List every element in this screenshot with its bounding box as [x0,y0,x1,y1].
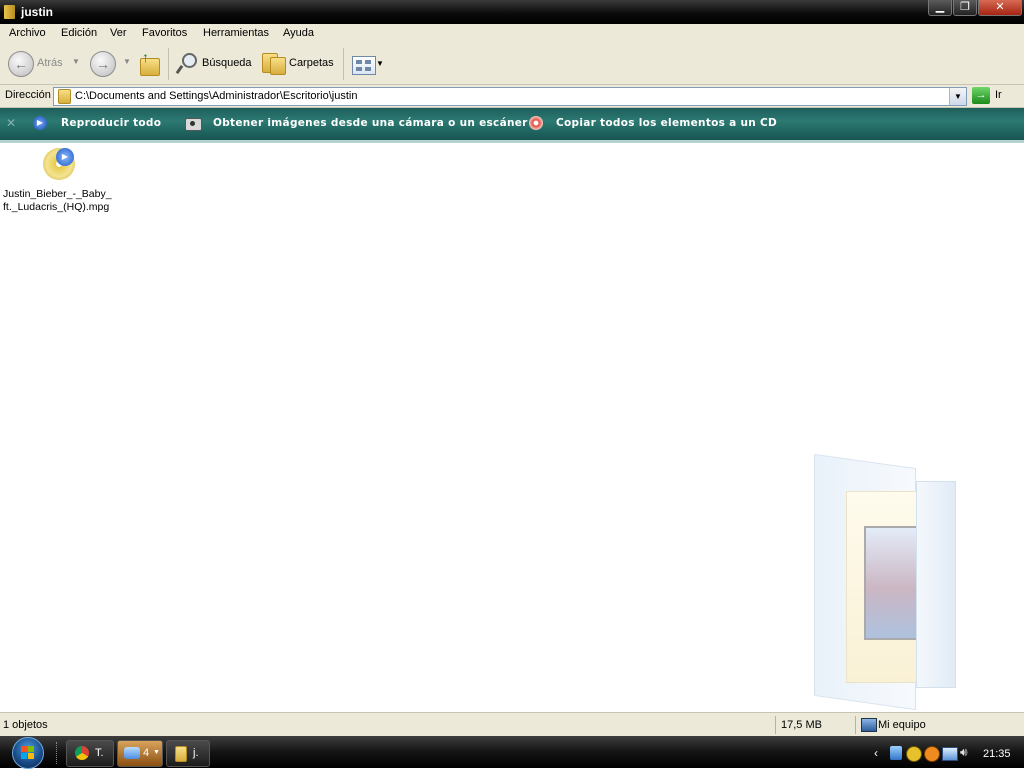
status-divider [855,716,856,734]
file-name-line: Justin_Bieber_-_Baby_ [3,188,112,200]
toolbar-separator [343,48,344,80]
folders-button-label[interactable]: Carpetas [289,57,334,69]
address-dropdown-icon[interactable]: ▼ [949,88,966,105]
group-dropdown-icon: ▼ [153,749,160,756]
search-button-label[interactable]: Búsqueda [202,57,252,69]
address-path[interactable]: C:\Documents and Settings\Administrador\… [75,90,357,102]
copy-to-cd-task[interactable]: Copiar todos los elementos a un CD [556,117,777,129]
total-size: 17,5 MB [781,719,822,731]
folders-icon[interactable] [262,53,286,75]
maximize-button[interactable]: ❐ [953,0,977,16]
status-bar: 1 objetos 17,5 MB Mi equipo [0,712,1024,737]
folder-icon [175,746,187,762]
task-bar-pane: ✕ ▶ Reproducir todo Obtener imágenes des… [0,108,1024,143]
window-title: justin [21,5,53,19]
network-icon[interactable] [942,747,958,761]
address-label: Dirección [5,89,51,101]
views-icon[interactable] [352,56,376,75]
back-arrow-icon[interactable]: ← [8,51,34,77]
update-icon[interactable] [924,746,940,762]
close-pane-icon[interactable]: ✕ [6,116,16,130]
computer-icon [861,718,877,732]
address-input[interactable]: C:\Documents and Settings\Administrador\… [53,87,967,106]
group-count: 4 [143,747,150,759]
network-users-icon[interactable] [890,746,902,760]
taskbar-button-browser[interactable]: T. [66,740,114,767]
menu-archivo[interactable]: Archivo [9,27,46,39]
taskbar-button-group[interactable]: 4 ▼ [117,740,163,767]
toolbar-separator [168,48,169,80]
menu-edicion[interactable]: Edición [61,27,97,39]
up-folder-icon[interactable]: ↑ [138,49,160,76]
volume-icon[interactable]: 🔊︎ [960,745,968,760]
search-icon[interactable] [175,52,197,76]
go-label[interactable]: Ir [995,89,1002,101]
up-arrow-icon: ↑ [142,49,149,65]
toolbar: ← Atrás ▼ → ▼ ↑ Búsqueda Carpetas ▼ [0,44,1024,85]
back-button-label[interactable]: Atrás [37,57,63,69]
folder-icon [58,89,71,104]
cd-icon[interactable] [529,116,543,130]
antivirus-icon[interactable] [906,746,922,762]
close-button[interactable]: ✕ [978,0,1022,16]
taskbar-button-explorer[interactable]: j. [166,740,210,767]
menu-ayuda[interactable]: Ayuda [283,27,314,39]
taskbar-button-label: T. [95,747,104,759]
chrome-icon [75,746,89,760]
menu-ver[interactable]: Ver [110,27,127,39]
people-icon [124,747,140,759]
play-badge-icon: ▶ [56,148,74,166]
menu-herramientas[interactable]: Herramientas [203,27,269,39]
title-bar: justin ▁ ❐ ✕ [0,0,1024,24]
clock[interactable]: 21:35 [983,748,1011,760]
file-view: ▶ Justin_Bieber_-_Baby_ ft._Ludacris_(HQ… [0,143,1024,711]
folder-watermark [806,453,956,711]
taskbar-button-label: j. [193,747,199,759]
folder-icon [4,5,15,19]
forward-arrow-icon[interactable]: → [90,51,116,77]
play-all-task[interactable]: Reproducir todo [61,117,161,129]
taskbar-grip [56,742,60,764]
play-icon[interactable]: ▶ [33,116,47,130]
tray-expand-icon[interactable]: ‹ [874,746,878,760]
views-dropdown-icon[interactable]: ▼ [376,59,384,68]
item-count: 1 objetos [3,719,48,731]
camera-icon[interactable] [185,118,202,131]
location-label: Mi equipo [878,719,926,731]
menu-bar: Archivo Edición Ver Favoritos Herramient… [0,24,1024,45]
file-name[interactable]: Justin_Bieber_-_Baby_ ft._Ludacris_(HQ).… [3,188,115,214]
get-images-task[interactable]: Obtener imágenes desde una cámara o un e… [213,117,528,129]
file-name-line: ft._Ludacris_(HQ).mpg [3,201,110,213]
start-button[interactable] [12,737,44,769]
address-bar: Dirección C:\Documents and Settings\Admi… [0,85,1024,108]
status-divider [775,716,776,734]
go-arrow-icon[interactable]: → [972,87,990,104]
back-dropdown-icon[interactable]: ▼ [72,57,80,66]
file-item[interactable]: ▶ Justin_Bieber_-_Baby_ ft._Ludacris_(HQ… [3,147,115,215]
media-file-icon[interactable]: ▶ [43,148,75,180]
minimize-button[interactable]: ▁ [928,0,952,16]
menu-favoritos[interactable]: Favoritos [142,27,187,39]
forward-dropdown-icon[interactable]: ▼ [123,57,131,66]
